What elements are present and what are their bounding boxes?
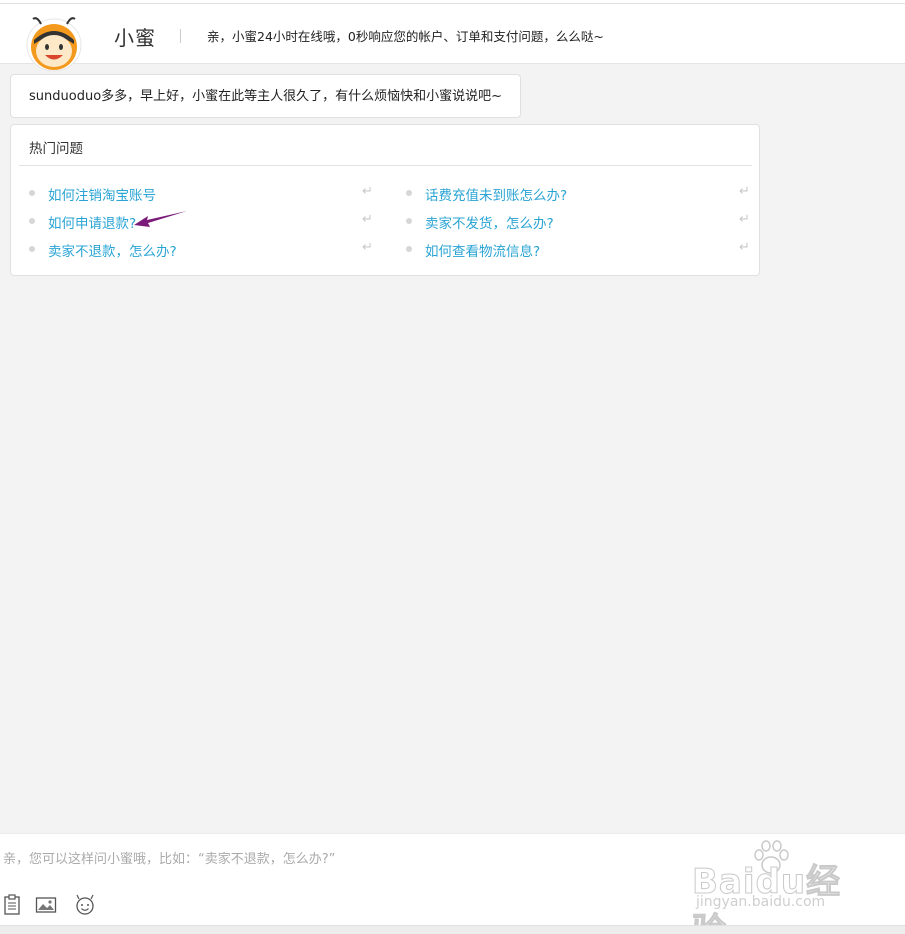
header-divider: [180, 29, 181, 43]
question-link[interactable]: 如何申请退款?: [48, 212, 136, 232]
watermark-url: jingyan.baidu.com: [696, 894, 826, 910]
question-link[interactable]: 如何查看物流信息?: [425, 240, 540, 260]
annotation-arrow-icon: [134, 211, 187, 227]
greeting-bubble: sunduoduo多多，早上好，小蜜在此等主人很久了，有什么烦恼快和小蜜说说吧~: [10, 74, 522, 118]
question-link[interactable]: 话费充值未到账怎么办?: [425, 184, 567, 204]
hot-questions-title: 热门问题: [29, 141, 83, 157]
clipboard-icon[interactable]: [2, 894, 24, 916]
enter-icon[interactable]: ↵: [739, 240, 750, 255]
baidu-watermark: Baidu经验 jingyan.baidu.com: [692, 838, 862, 934]
enter-icon[interactable]: ↵: [739, 184, 750, 199]
bottom-strip: [0, 925, 905, 934]
bot-name: 小蜜: [114, 26, 156, 50]
bullet-dot: [29, 218, 35, 224]
emoji-icon[interactable]: [74, 894, 96, 916]
chat-input-placeholder[interactable]: 亲，您可以这样问小蜜哦，比如：“卖家不退款，怎么办?”: [3, 848, 335, 867]
enter-icon[interactable]: ↵: [362, 240, 373, 255]
header-tagline: 亲，小蜜24小时在线哦，0秒响应您的帐户、订单和支付问题，么么哒~: [207, 29, 604, 44]
bullet-dot: [406, 218, 412, 224]
question-link[interactable]: 如何注销淘宝账号: [48, 184, 156, 204]
enter-icon[interactable]: ↵: [362, 212, 373, 227]
bullet-dot: [406, 190, 412, 196]
hot-questions-panel: 热门问题 如何注销淘宝账号 ↵ 如何申请退款? ↵ 卖家不退款，怎么办? ↵ 话…: [10, 124, 760, 276]
image-icon[interactable]: [35, 894, 57, 916]
panel-divider: [19, 165, 752, 166]
enter-icon[interactable]: ↵: [739, 212, 750, 227]
question-link[interactable]: 卖家不发货，怎么办?: [425, 212, 554, 232]
bullet-dot: [29, 246, 35, 252]
chat-header: 小蜜 亲，小蜜24小时在线哦，0秒响应您的帐户、订单和支付问题，么么哒~: [0, 4, 905, 72]
enter-icon[interactable]: ↵: [362, 184, 373, 199]
bullet-dot: [406, 246, 412, 252]
question-link[interactable]: 卖家不退款，怎么办?: [48, 240, 177, 260]
bee-avatar-icon: [26, 17, 82, 72]
bullet-dot: [29, 190, 35, 196]
